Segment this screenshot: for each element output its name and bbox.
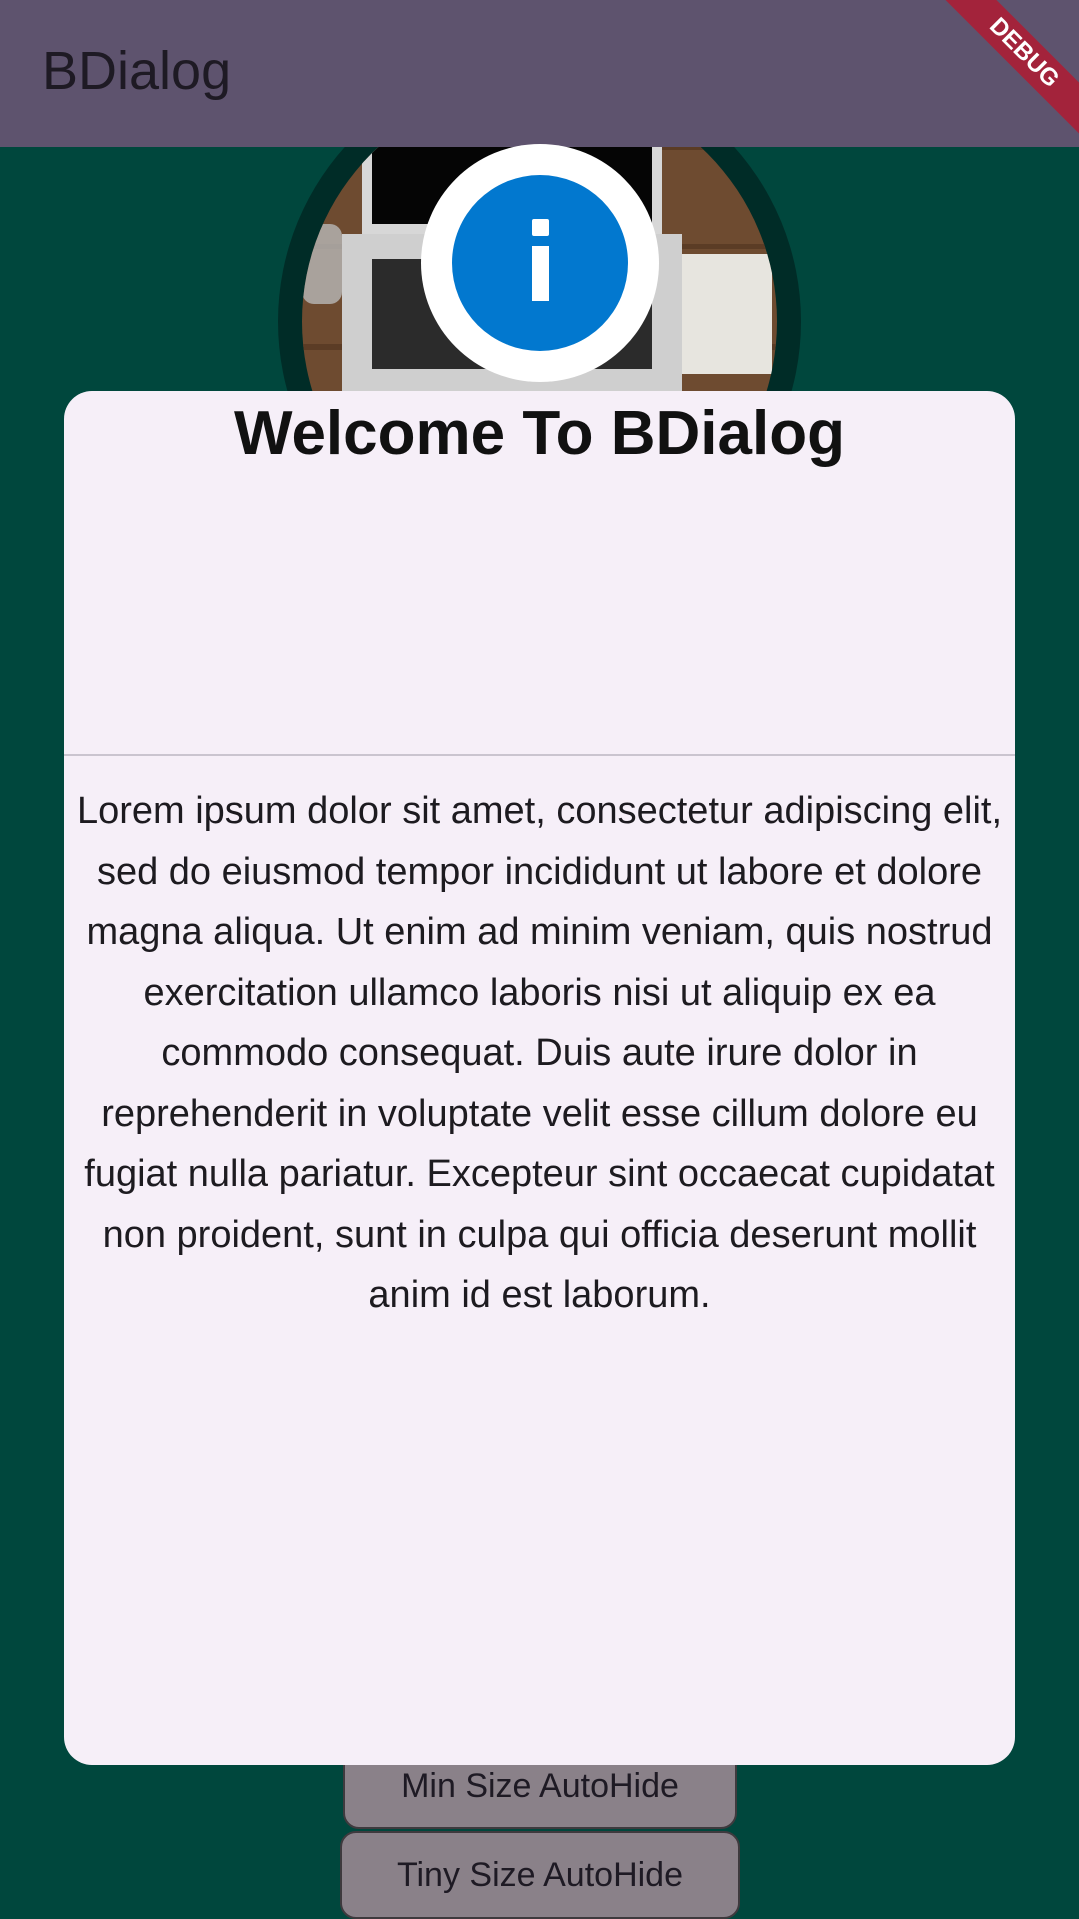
info-icon-stem <box>532 246 549 301</box>
info-icon <box>452 175 628 351</box>
info-icon-dot <box>532 219 549 236</box>
info-badge <box>421 144 659 382</box>
debug-banner: DEBUG <box>929 0 1079 150</box>
app-title: BDialog <box>42 41 232 101</box>
dialog-divider <box>64 754 1015 756</box>
dialog-body-text: Lorem ipsum dolor sit amet, consectetur … <box>76 790 1003 1316</box>
debug-ribbon-label: DEBUG <box>933 0 1079 144</box>
dialog: Welcome To BDialog Lorem ipsum dolor sit… <box>64 391 1015 1765</box>
dialog-title: Welcome To BDialog <box>234 399 845 468</box>
tiny-size-autohide-button[interactable]: Tiny Size AutoHide <box>340 1831 740 1919</box>
app-bar: BDialog <box>0 0 1079 147</box>
